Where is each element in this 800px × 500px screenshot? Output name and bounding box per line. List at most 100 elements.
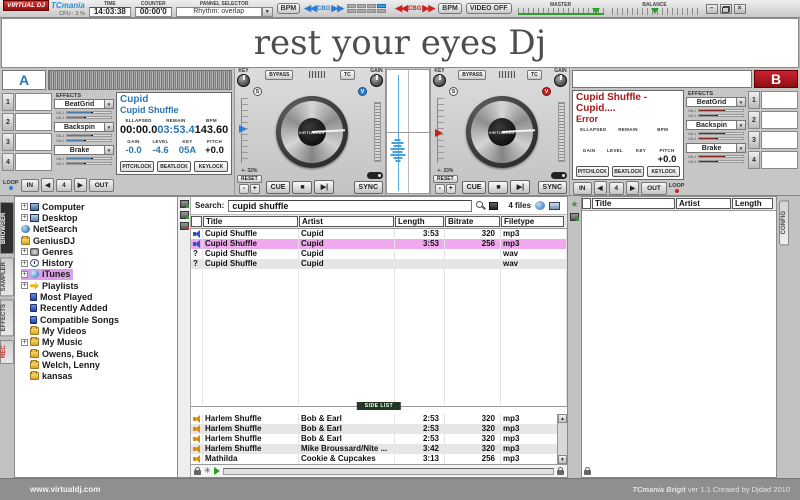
column-header[interactable]: Artist <box>299 216 394 227</box>
website-link[interactable]: www.virtualdj.com <box>30 485 100 494</box>
expand-icon[interactable]: + <box>21 282 28 290</box>
loop-fwd-icon[interactable]: ▶ <box>626 181 640 195</box>
restore-button[interactable] <box>719 3 732 14</box>
config-tab[interactable]: CONFIG <box>779 200 789 246</box>
cue-slot-number[interactable]: 4 <box>748 151 760 169</box>
cue-button[interactable]: CUE <box>265 181 291 194</box>
pitch-slider-thumb[interactable] <box>239 125 247 134</box>
pitch-minus-button[interactable]: - <box>238 184 249 194</box>
effect-dropdown[interactable]: Brake ▼ <box>686 143 746 153</box>
cue-slot-box[interactable] <box>761 111 798 129</box>
effect-dropdown[interactable]: Brake ▼ <box>54 145 114 155</box>
effect-slider[interactable] <box>698 109 744 112</box>
cbg-left-back-icon[interactable]: ◀◀ <box>304 3 317 14</box>
track-row[interactable]: ? Cupid Shuffle Cupid wav <box>191 249 567 259</box>
loop-back-icon[interactable]: ◀ <box>593 181 607 195</box>
tree-item[interactable]: + History <box>21 257 76 268</box>
pitch-reset-button[interactable]: RESET <box>433 175 458 183</box>
cbg-left-control[interactable]: ◀◀ CBG ▶▶ <box>304 3 344 14</box>
gain-knob[interactable] <box>554 74 567 87</box>
column-header[interactable]: Length <box>395 216 444 227</box>
loop-in-button[interactable]: IN <box>20 178 40 192</box>
play-pause-button[interactable]: ▶| <box>314 180 335 194</box>
cue-slot[interactable]: 3 <box>2 133 52 151</box>
effect-dropdown[interactable]: Backspin ▼ <box>686 120 746 130</box>
cue-slot[interactable]: 2 <box>2 113 52 131</box>
expand-icon[interactable]: + <box>21 259 28 267</box>
side-list-row[interactable]: Harlem Shuffle Mike Broussard/Nite ... 3… <box>191 444 567 454</box>
cue-button[interactable]: CUE <box>461 181 487 194</box>
favorite-star-icon[interactable]: ★ <box>570 200 578 209</box>
tree-item[interactable]: Most Played <box>21 291 96 302</box>
lock-icon[interactable] <box>194 467 201 475</box>
column-header[interactable]: Artist <box>676 198 731 209</box>
add-folder-icon[interactable] <box>570 213 579 221</box>
dropdown-arrow-icon[interactable]: ▼ <box>104 146 113 154</box>
column-header[interactable] <box>582 198 591 209</box>
expand-icon[interactable]: + <box>21 338 28 346</box>
folder-refresh-icon[interactable] <box>179 211 189 219</box>
bypass-button[interactable]: BYPASS <box>265 70 294 80</box>
side-tab[interactable]: SAMPLER <box>0 257 14 297</box>
tree-item[interactable]: + Playlists <box>21 280 82 291</box>
pitch-plus-button[interactable]: + <box>445 184 456 194</box>
column-header[interactable] <box>191 216 202 227</box>
save-search-icon[interactable] <box>489 201 499 210</box>
track-row[interactable]: Cupid Shuffle Cupid 3:53 320 mp3 <box>191 229 567 239</box>
cbg-left-fwd-icon[interactable]: ▶▶ <box>331 3 344 14</box>
video-toggle-button[interactable]: V <box>358 87 367 96</box>
volume-slider[interactable] <box>371 96 383 168</box>
lock-button[interactable]: BEATLOCK <box>157 161 191 172</box>
effect-slider[interactable] <box>66 116 112 119</box>
effect-slider[interactable] <box>66 134 112 137</box>
loop-out-button[interactable]: OUT <box>641 181 667 195</box>
tc-button[interactable]: TC <box>527 70 542 80</box>
loop-out-button[interactable]: OUT <box>88 178 115 192</box>
cue-slot-box[interactable] <box>761 91 798 109</box>
cue-slot-number[interactable]: 1 <box>748 91 760 109</box>
cbg-right-control[interactable]: ◀◀ CBG ▶▶ <box>395 3 435 14</box>
master-slider[interactable] <box>517 8 604 15</box>
effect-dropdown[interactable]: BeatGrid ▼ <box>54 99 114 109</box>
expand-icon[interactable]: + <box>21 203 28 211</box>
bpm-left-button[interactable]: BPM <box>276 3 301 14</box>
lock-icon[interactable] <box>584 467 591 475</box>
pitch-reset-button[interactable]: RESET <box>237 175 262 183</box>
tree-item[interactable]: + iTunes <box>21 268 74 281</box>
search-icon[interactable] <box>476 201 485 210</box>
side-list-row[interactable]: Harlem Shuffle Bob & Earl 2:53 320 mp3 <box>191 434 567 444</box>
scroll-up-icon[interactable]: ▲ <box>558 414 567 423</box>
pitch-plus-button[interactable]: + <box>249 184 260 194</box>
progress-bar[interactable] <box>222 467 554 475</box>
jog-wheel[interactable]: VIRTUALDJ <box>275 96 348 168</box>
loop-fwd-icon[interactable]: ▶ <box>73 178 87 192</box>
side-tab[interactable]: REC <box>0 339 14 364</box>
effect-slider[interactable] <box>698 160 744 163</box>
bpm-right-button[interactable]: BPM <box>438 3 462 14</box>
cue-slot-box[interactable] <box>15 133 52 151</box>
autoplay-icon[interactable] <box>213 467 220 475</box>
key-knob[interactable] <box>237 74 250 87</box>
cue-slot-number[interactable]: 1 <box>2 93 14 111</box>
volume-slider[interactable] <box>555 96 567 168</box>
loop-back-icon[interactable]: ◀ <box>41 178 55 192</box>
expand-icon[interactable]: + <box>21 270 28 278</box>
key-knob[interactable] <box>433 74 446 87</box>
panel-selector-dropdown[interactable]: Rhythm: overlap ▼ <box>175 6 273 17</box>
column-header[interactable]: Title <box>203 216 298 227</box>
pitch-minus-button[interactable]: - <box>434 184 445 194</box>
cue-slot-number[interactable]: 4 <box>2 153 14 171</box>
cue-slot[interactable]: 1 <box>2 93 52 111</box>
pitch-slider[interactable] <box>237 96 252 168</box>
effect-slider[interactable] <box>698 137 744 140</box>
close-button[interactable]: × <box>733 3 746 14</box>
lock-icon[interactable] <box>557 467 564 475</box>
dropdown-arrow-icon[interactable]: ▼ <box>104 123 113 131</box>
cue-slot-box[interactable] <box>15 153 52 171</box>
side-list-row[interactable]: Mathilda Cookie & Cupcakes 3:13 256 mp3 <box>191 454 567 464</box>
cbg-right-fwd-icon[interactable]: ▶▶ <box>422 3 435 14</box>
effect-dropdown[interactable]: Backspin ▼ <box>54 122 114 132</box>
tree-item[interactable]: Owens, Buck <box>21 348 102 359</box>
expand-icon[interactable]: + <box>21 248 28 256</box>
video-toggle-button[interactable]: V <box>542 87 551 96</box>
